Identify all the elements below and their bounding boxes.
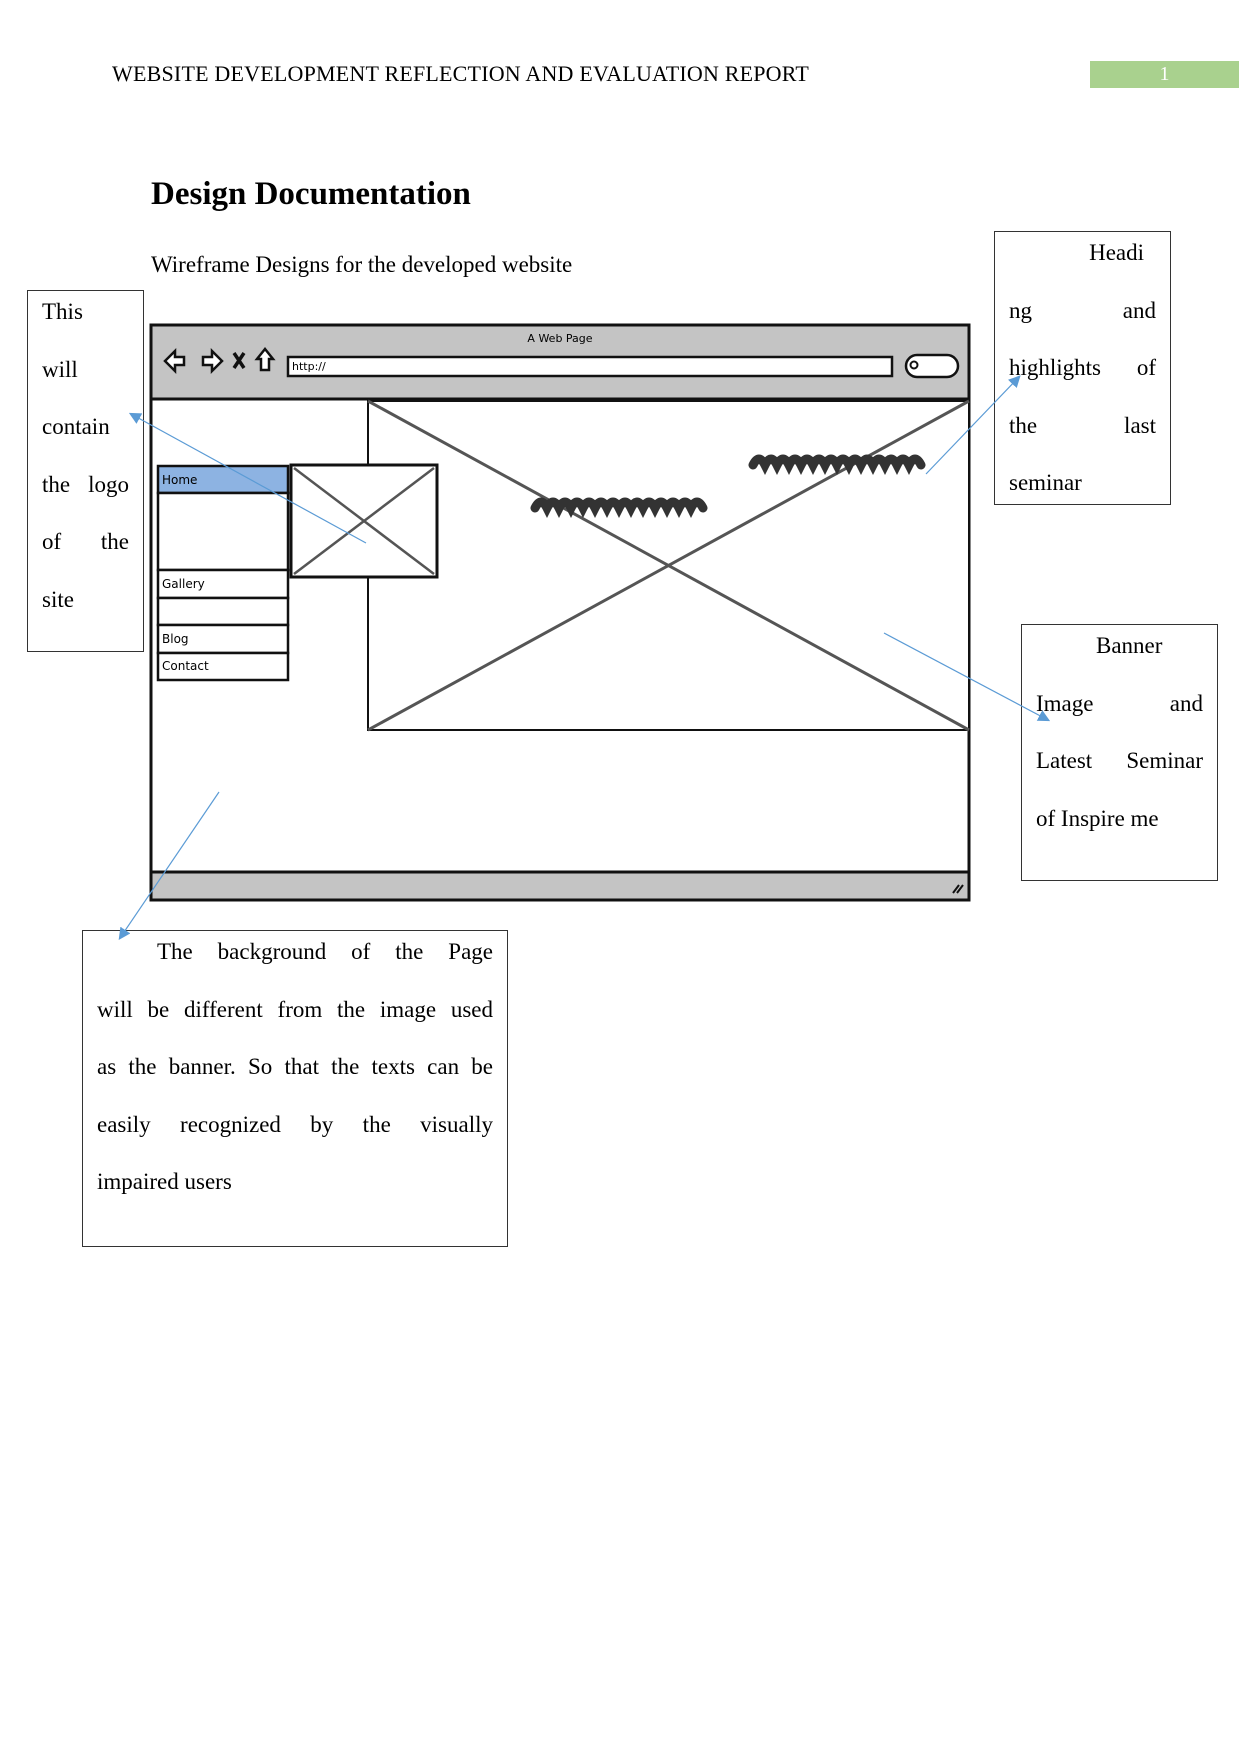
nav-label-contact: Contact bbox=[162, 659, 209, 673]
heading-scribble bbox=[748, 454, 926, 476]
callout-line: This bbox=[42, 299, 83, 324]
callout-line: site bbox=[42, 586, 74, 612]
url-text: http:// bbox=[292, 360, 326, 373]
callout-line: Image and bbox=[1036, 690, 1203, 716]
callout-background: The background of the Page will be diffe… bbox=[82, 930, 508, 1247]
callout-line: of the bbox=[42, 529, 129, 554]
callout-line: will bbox=[42, 356, 78, 382]
window-title: A Web Page bbox=[527, 332, 592, 345]
callout-line: highlights of bbox=[1009, 355, 1156, 380]
text-scribble bbox=[530, 497, 708, 519]
callout-line: contain bbox=[42, 414, 110, 439]
nav-menu: Home Gallery Blog Contact bbox=[156, 464, 290, 682]
search-field[interactable] bbox=[904, 353, 960, 379]
url-bar[interactable] bbox=[286, 355, 894, 378]
nav-label-blog: Blog bbox=[162, 632, 189, 646]
callout-logo: This will contain the logo of the site bbox=[27, 290, 144, 652]
callout-line: impaired users bbox=[97, 1169, 232, 1194]
callout-line: easily recognized by the visually bbox=[97, 1111, 493, 1137]
callout-line: Headi bbox=[1089, 240, 1144, 265]
callout-line: as the banner. So that the texts can be bbox=[97, 1054, 493, 1079]
logo-placeholder bbox=[289, 463, 439, 579]
callout-line: The background of the Page bbox=[157, 939, 493, 964]
callout-line: will be different from the image used bbox=[97, 996, 493, 1022]
callout-line: the logo bbox=[42, 471, 129, 497]
callout-line: the last bbox=[1009, 412, 1156, 438]
callout-line: Banner bbox=[1096, 633, 1163, 658]
callout-line: of Inspire me bbox=[1036, 805, 1159, 831]
callout-line: ng and bbox=[1009, 297, 1156, 323]
banner-image-placeholder bbox=[367, 399, 970, 732]
callout-line: Latest Seminar bbox=[1036, 748, 1203, 773]
status-bar bbox=[149, 870, 971, 902]
nav-label-gallery: Gallery bbox=[162, 577, 205, 591]
callout-heading: Headi ng and highlights of the last semi… bbox=[994, 231, 1171, 505]
nav-label-home: Home bbox=[162, 473, 197, 487]
callout-line: seminar bbox=[1009, 470, 1082, 495]
callout-banner: Banner Image and Latest Seminar of Inspi… bbox=[1021, 624, 1218, 881]
